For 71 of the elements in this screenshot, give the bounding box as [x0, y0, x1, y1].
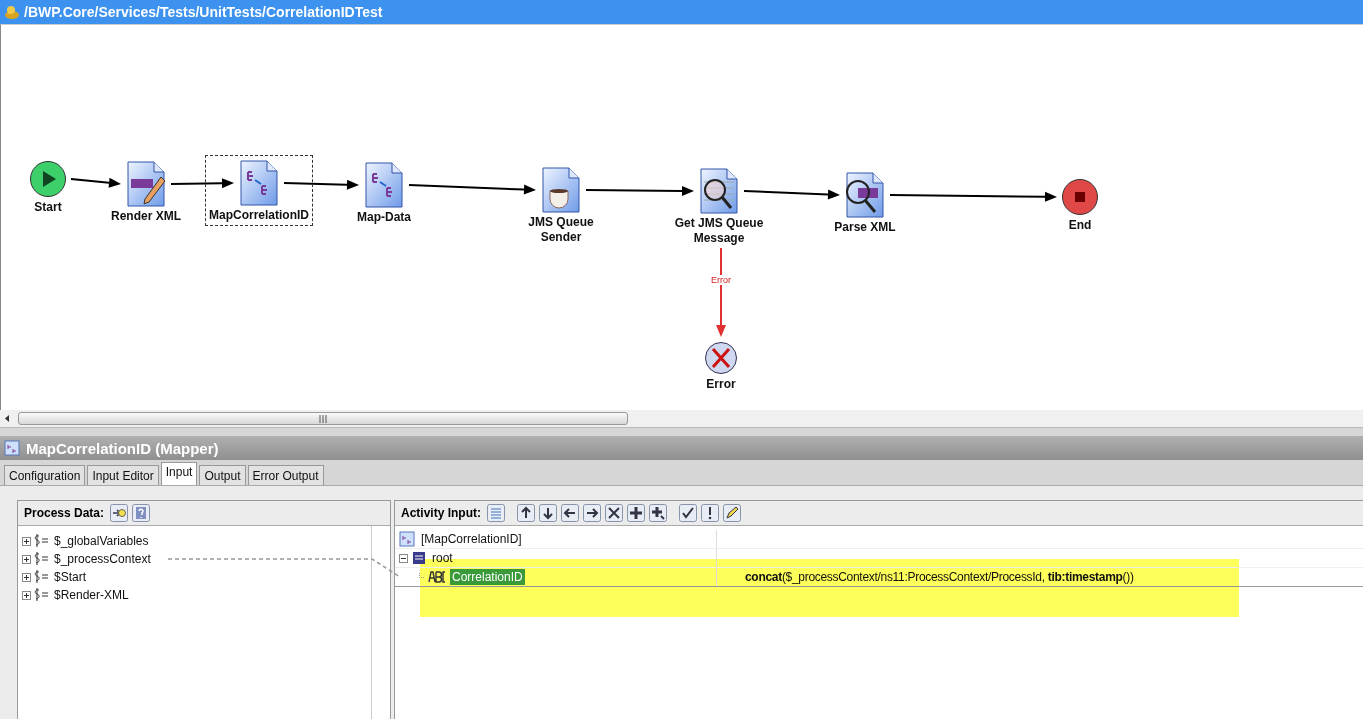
activity-label: Parse XML: [834, 220, 896, 235]
selection-box[interactable]: MapCorrelationID: [205, 155, 313, 226]
activity-label: JMS Queue Sender: [527, 215, 595, 245]
expand-icon[interactable]: [22, 572, 31, 582]
string-type-icon: [428, 571, 446, 583]
activity-icon[interactable]: [238, 160, 280, 206]
pencil-icon[interactable]: [723, 504, 741, 522]
tab[interactable]: Error Output: [247, 465, 324, 485]
variable-icon: [32, 534, 50, 548]
transition-arrow[interactable]: [170, 178, 234, 189]
tree-item[interactable]: $_processContext: [54, 552, 151, 566]
activity-icon[interactable]: [540, 167, 582, 213]
transition-arrow[interactable]: [70, 177, 121, 188]
expand-icon[interactable]: [22, 590, 31, 600]
arrow-down-icon[interactable]: [539, 504, 557, 522]
insert-icon[interactable]: [110, 504, 129, 522]
list-icon[interactable]: [487, 504, 505, 522]
transition-arrow[interactable]: [585, 185, 694, 196]
activity-icon[interactable]: [698, 168, 740, 214]
expand-icon[interactable]: [22, 536, 31, 546]
tree-item[interactable]: $Render-XML: [54, 588, 129, 602]
arrow-right-icon[interactable]: [583, 504, 601, 522]
help-icon[interactable]: [132, 504, 151, 522]
activity-label: Get JMS Queue Message: [673, 216, 765, 246]
activity-icon[interactable]: [844, 172, 886, 218]
activity-label: Map-Data: [357, 210, 411, 225]
tree-item[interactable]: $_globalVariables: [54, 534, 149, 548]
transition-arrow[interactable]: [889, 191, 1057, 202]
tree-item[interactable]: [MapCorrelationID]: [419, 531, 524, 547]
activity-label: Render XML: [111, 209, 181, 224]
delete-icon[interactable]: [605, 504, 623, 522]
collapse-icon[interactable]: [399, 553, 408, 563]
transition-arrow[interactable]: [408, 184, 536, 195]
arrow-up-icon[interactable]: [517, 504, 535, 522]
tree-item[interactable]: CorrelationID: [450, 569, 525, 585]
variable-icon: [32, 552, 50, 566]
pane-title: Process Data:: [24, 506, 105, 520]
variable-icon: [32, 588, 50, 602]
variable-icon: [32, 570, 50, 584]
expand-icon[interactable]: [22, 554, 31, 564]
mapper-icon: [399, 531, 415, 547]
arrow-left-icon[interactable]: [561, 504, 579, 522]
panel-title: MapCorrelationID (Mapper): [26, 439, 219, 457]
tab[interactable]: Configuration: [4, 465, 86, 485]
tree-item[interactable]: $Start: [54, 570, 86, 584]
activity-icon[interactable]: [1061, 178, 1099, 216]
activity-icon[interactable]: [29, 160, 67, 198]
scrollbar-thumb[interactable]: [18, 412, 628, 425]
check-icon[interactable]: [679, 504, 697, 522]
activity-icon[interactable]: [363, 162, 405, 208]
tab[interactable]: Output: [199, 465, 246, 485]
transition-arrow[interactable]: [743, 189, 840, 200]
activity-icon[interactable]: [704, 341, 738, 375]
plus-icon[interactable]: [627, 504, 645, 522]
activity-icon[interactable]: [125, 161, 167, 207]
element-icon: [412, 551, 426, 565]
tab[interactable]: Input Editor: [87, 465, 159, 485]
xpath-expression[interactable]: concat($_processContext/ns11:ProcessContext/ProcessId, tib:timestamp()): [745, 570, 1134, 584]
tab[interactable]: Input: [160, 462, 198, 485]
activity-label: MapCorrelationID: [209, 208, 309, 223]
pane-title: Activity Input:: [401, 506, 481, 520]
app-icon: [4, 4, 20, 20]
add-child-icon[interactable]: [649, 504, 667, 522]
window-title: /BWP.Core/Services/Tests/UnitTests/CorrelationIDTest: [24, 4, 383, 20]
activity-label: End: [1068, 218, 1092, 233]
warning-icon[interactable]: [701, 504, 719, 522]
mapper-icon: [4, 440, 20, 456]
transition-label: Error: [709, 274, 733, 285]
activity-label: Error: [706, 377, 736, 392]
activity-label: Start: [34, 200, 62, 215]
transition-arrow[interactable]: [283, 179, 359, 190]
